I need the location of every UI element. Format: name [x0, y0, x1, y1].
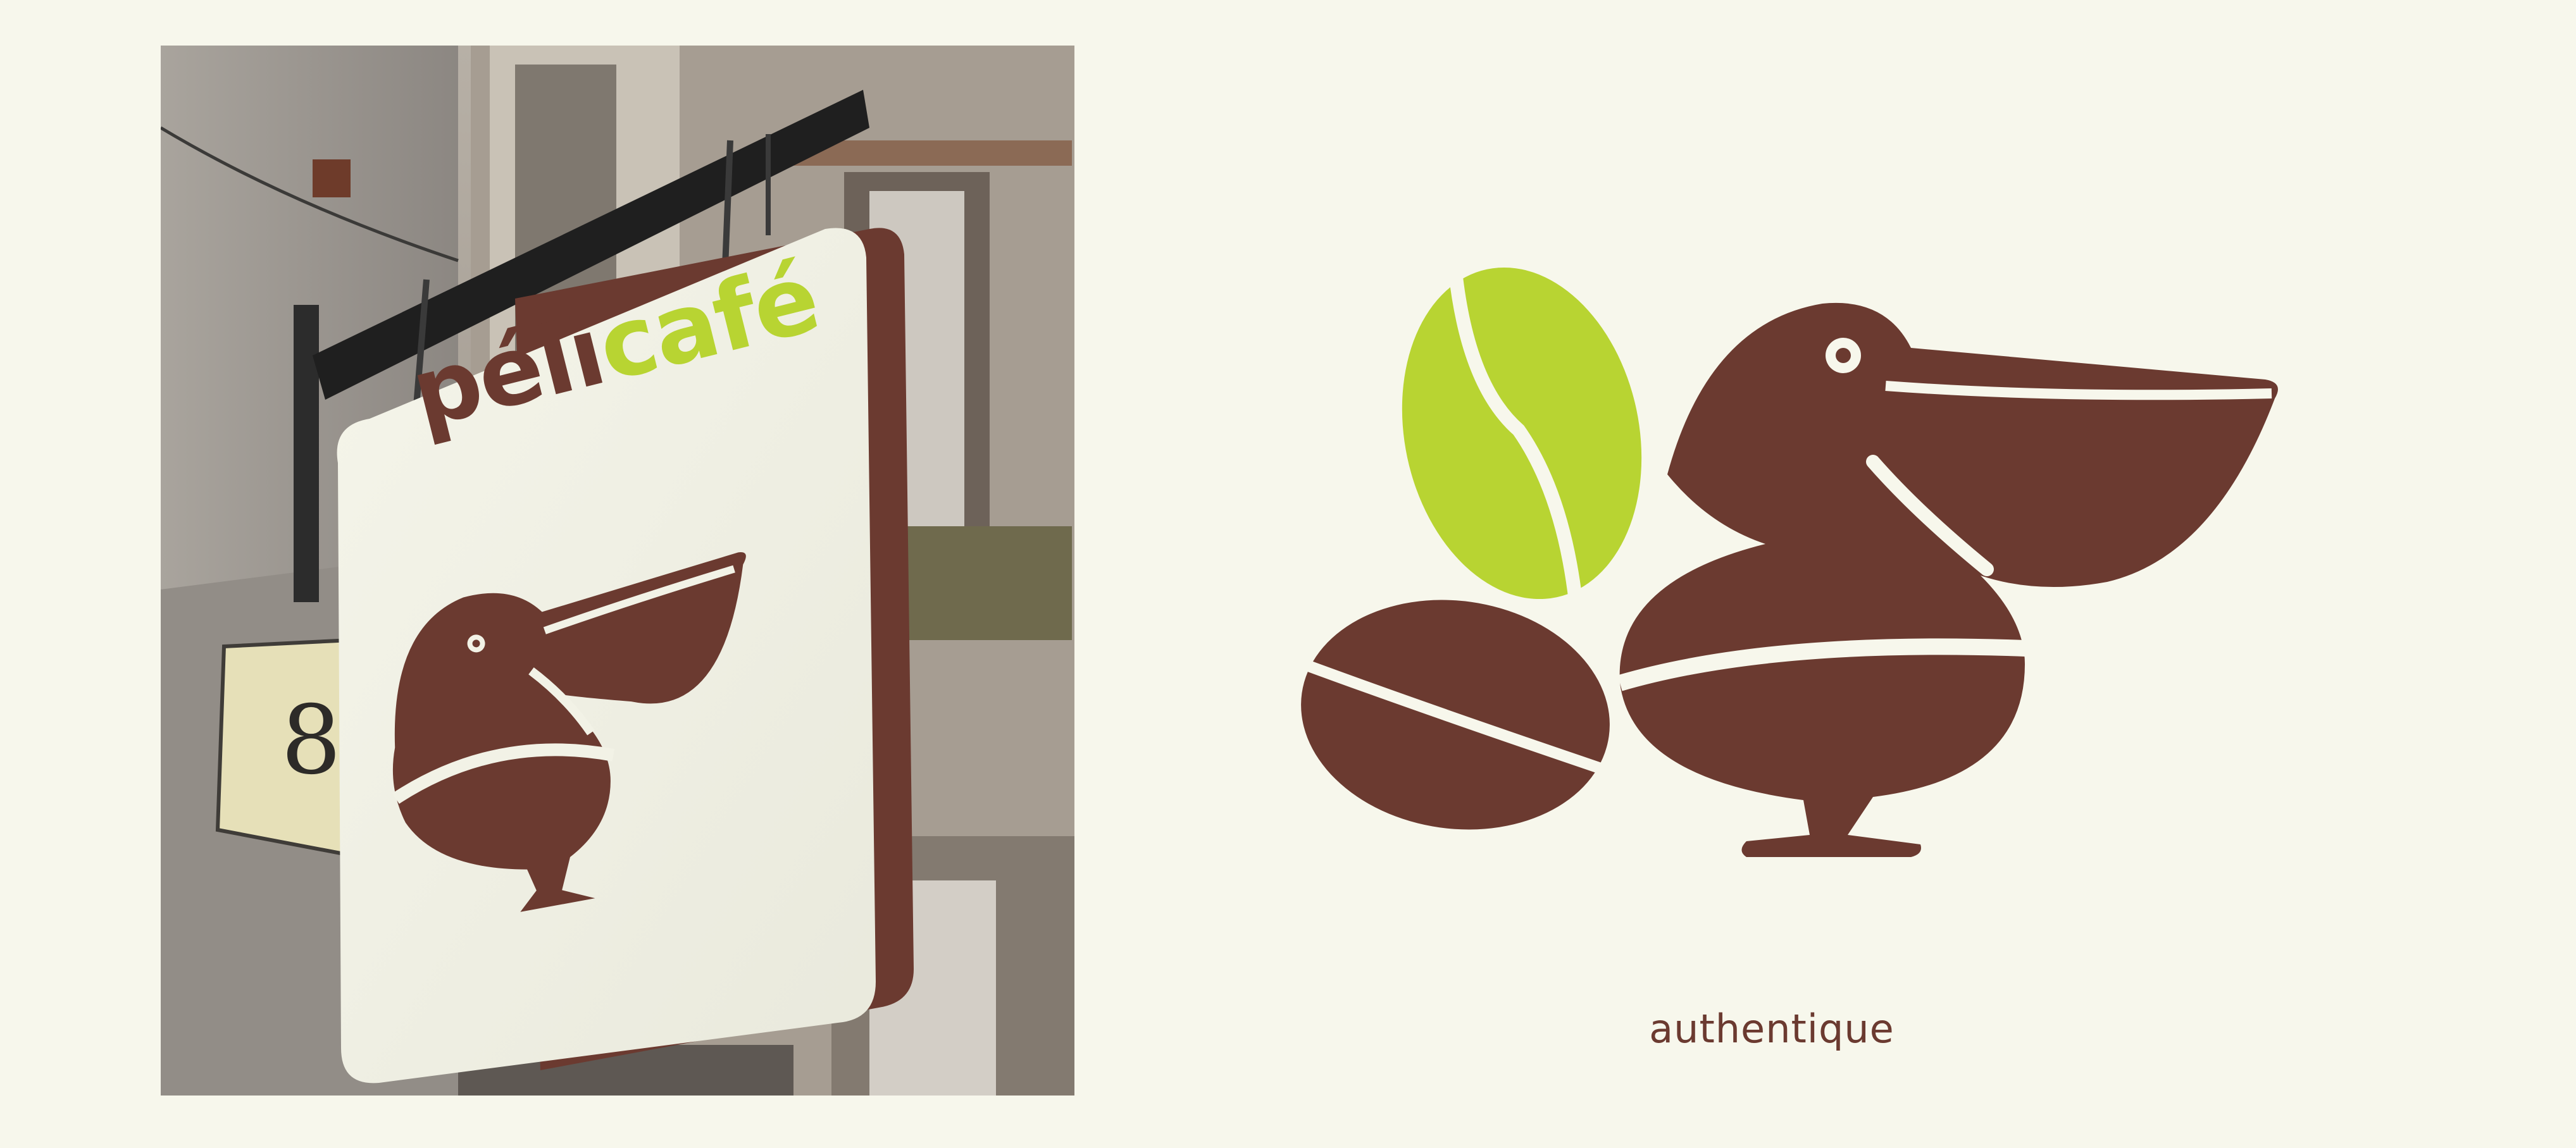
green-coffee-bean-icon: [1402, 265, 1642, 608]
svg-text:8: 8: [281, 686, 341, 796]
house-number-plate: 8: [215, 638, 352, 858]
sign-pelican-icon: [392, 552, 746, 912]
brown-coffee-bean-icon: [1298, 600, 1610, 830]
logo-mark: [1266, 228, 2341, 898]
logo-tagline: authentique: [1649, 1006, 1895, 1052]
pelican-coffee-bean-icon: [1617, 302, 2278, 857]
sign-mockup-photo: 8 pélicafé: [161, 46, 1074, 1096]
